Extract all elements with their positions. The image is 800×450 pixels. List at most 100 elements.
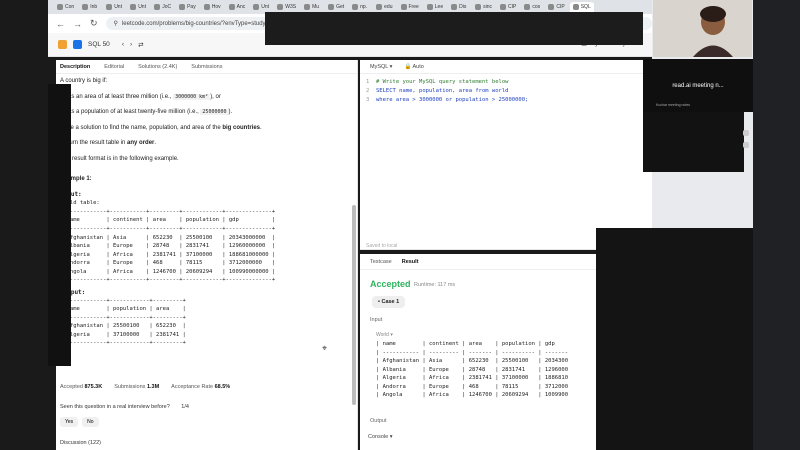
prev-icon[interactable]: ‹ <box>122 41 124 48</box>
case-label: Case 1 <box>381 299 400 305</box>
forward-icon[interactable]: → <box>73 19 82 29</box>
accepted-stat-label: Accepted <box>60 384 83 390</box>
browser-tab[interactable]: Hov <box>201 2 224 13</box>
editor-lines[interactable]: 1 # Write your MySQL query statement belo… <box>360 74 652 108</box>
tab-favicon-icon <box>475 4 482 10</box>
world-toggle-label: World <box>376 332 389 338</box>
next-icon[interactable]: › <box>130 41 132 48</box>
problem-stats: Accepted 875.3K Submissions 1.3M Accepta… <box>60 384 230 390</box>
browser-tab[interactable]: CIP <box>545 2 567 13</box>
acceptance-rate-label: Acceptance Rate <box>171 384 214 390</box>
auto-mode-label: Auto <box>412 63 424 70</box>
webcam-tile <box>653 0 752 57</box>
lock-icon: ⚲ <box>113 21 118 27</box>
runtime-text: Runtime: 117 ms <box>414 282 456 288</box>
browser-tab-label: Mu <box>312 4 320 10</box>
study-plan-icon <box>73 40 82 49</box>
mouse-cursor-icon: ⌖ <box>322 343 328 353</box>
browser-tab-label: Unt <box>138 4 146 10</box>
browser-tab[interactable]: Free <box>398 2 422 13</box>
discussion-link[interactable]: Discussion (122) <box>60 440 101 446</box>
back-icon[interactable]: ← <box>56 19 65 29</box>
browser-tab-label: JoC <box>162 4 172 10</box>
browser-tab[interactable]: Unt <box>127 2 149 13</box>
browser-tab-label: W3S <box>285 4 297 10</box>
side-icon[interactable] <box>743 130 749 136</box>
world-label: World table: <box>60 200 100 207</box>
tab-favicon-icon <box>548 4 555 10</box>
browser-tab[interactable]: Anc <box>226 2 249 13</box>
tab-testcase[interactable]: Testcase <box>370 259 392 265</box>
interview-question-count: 1/4 <box>181 404 189 410</box>
example-title: Example 1: <box>60 175 92 182</box>
tab-favicon-icon <box>376 4 383 10</box>
shuffle-icon[interactable]: ⇄ <box>138 41 143 49</box>
tab-favicon-icon <box>451 4 458 10</box>
browser-tab[interactable]: Con <box>54 2 77 13</box>
browser-tab-label: CIP <box>556 4 565 10</box>
tab-description[interactable]: Description <box>60 64 90 70</box>
submissions-stat-value: 1.3M <box>146 384 160 390</box>
bullet-area-tail: ), or <box>210 93 221 100</box>
browser-tab[interactable]: CIP <box>497 2 519 13</box>
bullet-pop-code: 25000000 <box>200 109 229 116</box>
browser-tab[interactable]: sinc <box>472 2 495 13</box>
case-tab[interactable]: • Case 1 <box>372 296 406 308</box>
browser-tab[interactable]: SQL <box>569 1 594 13</box>
description-scrollbar[interactable] <box>352 205 356 405</box>
intro-text: A country is big if: <box>60 78 108 84</box>
tab-favicon-icon <box>400 4 407 10</box>
submissions-stat: Submissions 1.3M <box>114 384 159 390</box>
submissions-stat-label: Submissions <box>114 384 146 390</box>
browser-tab[interactable]: W3S <box>274 2 299 13</box>
reload-icon[interactable]: ↻ <box>90 18 98 29</box>
browser-tab[interactable]: Unt <box>103 2 125 13</box>
page-edge-right <box>753 0 800 450</box>
tab-favicon-icon <box>277 4 284 10</box>
interview-question-text: Seen this question in a real interview b… <box>60 404 170 410</box>
leetcode-logo-icon[interactable] <box>58 40 67 49</box>
plan-title[interactable]: SQL 50 <box>88 41 110 48</box>
browser-tab-label: cos <box>532 4 541 10</box>
browser-tab-label: SQL <box>580 4 591 10</box>
browser-tab[interactable]: JoC <box>151 2 174 13</box>
browser-tab[interactable]: edu <box>373 2 395 13</box>
side-icon[interactable] <box>743 142 749 148</box>
browser-tab-label: Anc <box>236 4 246 10</box>
console-toggle[interactable]: Console ▾ <box>368 434 392 440</box>
no-button[interactable]: No <box>82 417 99 427</box>
browser-tab[interactable]: Dis <box>448 2 470 13</box>
browser-tab[interactable]: Get <box>325 2 347 13</box>
tab-favicon-icon <box>228 4 235 10</box>
browser-tab[interactable]: cos <box>521 2 543 13</box>
browser-tab[interactable]: Pay <box>176 2 199 13</box>
browser-tab-label: Lee <box>434 4 444 10</box>
tab-solutions[interactable]: Solutions (2.4K) <box>138 64 177 70</box>
tab-favicon-icon <box>524 4 531 10</box>
language-select[interactable]: MySQL ▾ <box>370 64 392 70</box>
tab-favicon-icon <box>106 4 113 10</box>
browser-tab[interactable]: Mu <box>301 2 323 13</box>
browser-tab[interactable]: np. <box>349 2 371 13</box>
tab-editorial[interactable]: Editorial <box>104 64 124 70</box>
browser-tab-label: CIP <box>508 4 517 10</box>
description-panel: Description Editorial Solutions (2.4K) S… <box>56 60 358 450</box>
format-text: The result format is in the following ex… <box>60 155 179 162</box>
world-toggle[interactable]: World ▾ <box>376 332 393 338</box>
code-editor[interactable]: MySQL ▾ 🔒 Auto 1 # Write your MySQL query… <box>360 60 652 250</box>
browser-tab[interactable]: Inb <box>79 2 101 13</box>
bullet-population: it has a population of at least twenty-f… <box>60 108 353 118</box>
browser-tab[interactable]: Unt <box>250 2 272 13</box>
task-bold: big countries <box>222 124 261 131</box>
tab-submissions[interactable]: Submissions <box>191 64 222 70</box>
tab-result[interactable]: Result <box>402 259 419 265</box>
bullet-area: it has an area of at least three million… <box>60 93 353 103</box>
editor-line: 1 # Write your MySQL query statement belo… <box>366 78 646 87</box>
auto-mode[interactable]: 🔒 Auto <box>404 64 423 70</box>
yes-button[interactable]: Yes <box>60 417 79 427</box>
browser-tab-label: sinc <box>483 4 493 10</box>
browser-tab[interactable]: Lee <box>424 2 446 13</box>
editor-line: 3 where area > 3000000 or population > 25… <box>366 96 646 105</box>
console-label: Console <box>368 434 389 440</box>
input-label: Input: <box>60 190 353 199</box>
